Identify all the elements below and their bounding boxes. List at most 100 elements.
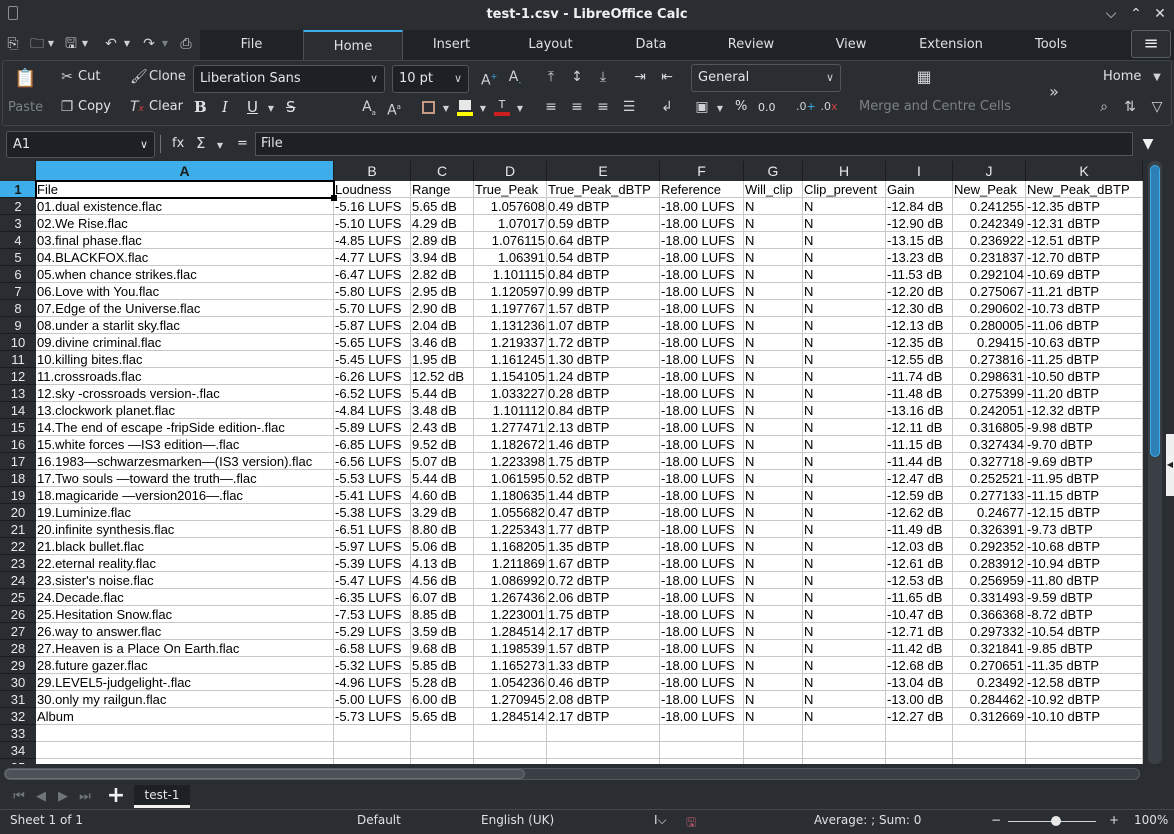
- wrap-text-icon[interactable]: ↲: [659, 98, 675, 116]
- cell-H2[interactable]: N: [803, 198, 886, 215]
- spreadsheet-grid[interactable]: ABCDEFGHIJK 1 File Loudness Range True_Peak T…: [0, 161, 1143, 764]
- cell-G32[interactable]: N: [744, 708, 803, 725]
- cell-K13[interactable]: -11.20 dBTP: [1026, 385, 1143, 402]
- redo-dropdown-icon[interactable]: ▼: [160, 34, 170, 54]
- cell-E15[interactable]: 2.13 dBTP: [547, 419, 660, 436]
- tab-review[interactable]: Review: [701, 30, 801, 60]
- cell-H33[interactable]: [803, 725, 886, 742]
- cell-J34[interactable]: [953, 742, 1026, 759]
- cell-H29[interactable]: N: [803, 657, 886, 674]
- cell-G13[interactable]: N: [744, 385, 803, 402]
- cell-J9[interactable]: 0.280005: [953, 317, 1026, 334]
- cell-J8[interactable]: 0.290602: [953, 300, 1026, 317]
- cell-I21[interactable]: -11.49 dB: [886, 521, 953, 538]
- cell-I23[interactable]: -12.61 dB: [886, 555, 953, 572]
- cell-F14[interactable]: -18.00 LUFS: [660, 402, 744, 419]
- cell-K14[interactable]: -12.32 dBTP: [1026, 402, 1143, 419]
- cell-G8[interactable]: N: [744, 300, 803, 317]
- cell-C16[interactable]: 9.52 dB: [411, 436, 474, 453]
- cell-B16[interactable]: -6.85 LUFS: [334, 436, 411, 453]
- cell-J33[interactable]: [953, 725, 1026, 742]
- cell-F27[interactable]: -18.00 LUFS: [660, 623, 744, 640]
- tab-tools[interactable]: Tools: [1001, 30, 1101, 60]
- cell-H3[interactable]: N: [803, 215, 886, 232]
- row-header-10[interactable]: 10: [0, 334, 36, 351]
- cell-J18[interactable]: 0.252521: [953, 470, 1026, 487]
- cell-D8[interactable]: 1.197767: [474, 300, 547, 317]
- cell-G18[interactable]: N: [744, 470, 803, 487]
- cell-B32[interactable]: -5.73 LUFS: [334, 708, 411, 725]
- row-header-20[interactable]: 20: [0, 504, 36, 521]
- open-dropdown-icon[interactable]: ▼: [46, 34, 56, 54]
- row-header-32[interactable]: 32: [0, 708, 36, 725]
- cell-J31[interactable]: 0.284462: [953, 691, 1026, 708]
- cell-K29[interactable]: -11.35 dBTP: [1026, 657, 1143, 674]
- save-icon[interactable]: 🖫: [62, 34, 80, 54]
- cell-E28[interactable]: 1.57 dBTP: [547, 640, 660, 657]
- cell-E1[interactable]: True_Peak_dBTP: [547, 181, 660, 198]
- maximize-icon[interactable]: ⌃: [1126, 4, 1146, 24]
- copy-button[interactable]: Copy: [78, 98, 111, 116]
- cell-B15[interactable]: -5.89 LUFS: [334, 419, 411, 436]
- cell-I24[interactable]: -12.53 dB: [886, 572, 953, 589]
- context-home-dropdown[interactable]: Home: [1103, 68, 1141, 86]
- cell-H19[interactable]: N: [803, 487, 886, 504]
- cell-B17[interactable]: -6.56 LUFS: [334, 453, 411, 470]
- row-header-33[interactable]: 33: [0, 725, 36, 742]
- cell-J32[interactable]: 0.312669: [953, 708, 1026, 725]
- cell-B2[interactable]: -5.16 LUFS: [334, 198, 411, 215]
- cell-H16[interactable]: N: [803, 436, 886, 453]
- cell-F3[interactable]: -18.00 LUFS: [660, 215, 744, 232]
- cell-H34[interactable]: [803, 742, 886, 759]
- cell-E4[interactable]: 0.64 dBTP: [547, 232, 660, 249]
- cell-D19[interactable]: 1.180635: [474, 487, 547, 504]
- horizontal-scrollbar-thumb[interactable]: [5, 769, 525, 779]
- cell-B33[interactable]: [334, 725, 411, 742]
- hamburger-menu-button[interactable]: ≡: [1131, 30, 1171, 58]
- row-header-34[interactable]: 34: [0, 742, 36, 759]
- tab-file[interactable]: File: [200, 30, 303, 60]
- cell-C5[interactable]: 3.94 dB: [411, 249, 474, 266]
- cell-J29[interactable]: 0.270651: [953, 657, 1026, 674]
- cell-J1[interactable]: New_Peak: [953, 181, 1026, 198]
- cell-I3[interactable]: -12.90 dB: [886, 215, 953, 232]
- cell-J3[interactable]: 0.242349: [953, 215, 1026, 232]
- cell-B18[interactable]: -5.53 LUFS: [334, 470, 411, 487]
- cell-K7[interactable]: -11.21 dBTP: [1026, 283, 1143, 300]
- cell-I27[interactable]: -12.71 dB: [886, 623, 953, 640]
- cell-H21[interactable]: N: [803, 521, 886, 538]
- cell-H26[interactable]: N: [803, 606, 886, 623]
- cell-B3[interactable]: -5.10 LUFS: [334, 215, 411, 232]
- cell-E27[interactable]: 2.17 dBTP: [547, 623, 660, 640]
- cell-B35[interactable]: [334, 759, 411, 764]
- language[interactable]: English (UK): [481, 813, 554, 827]
- cell-D14[interactable]: 1.101112: [474, 402, 547, 419]
- cell-F28[interactable]: -18.00 LUFS: [660, 640, 744, 657]
- cell-B21[interactable]: -6.51 LUFS: [334, 521, 411, 538]
- row-header-29[interactable]: 29: [0, 657, 36, 674]
- cell-G20[interactable]: N: [744, 504, 803, 521]
- cell-A15[interactable]: 14.The end of escape -fripSide edition-.…: [36, 419, 334, 436]
- cell-F32[interactable]: -18.00 LUFS: [660, 708, 744, 725]
- cell-D1[interactable]: True_Peak: [474, 181, 547, 198]
- column-header-D[interactable]: D: [474, 161, 547, 181]
- cell-C24[interactable]: 4.56 dB: [411, 572, 474, 589]
- italic-button[interactable]: I: [222, 98, 228, 116]
- cell-A17[interactable]: 16.1983—schwarzesmarken—(IS3 version).fl…: [36, 453, 334, 470]
- column-header-F[interactable]: F: [660, 161, 744, 181]
- row-header-8[interactable]: 8: [0, 300, 36, 317]
- cell-I2[interactable]: -12.84 dB: [886, 198, 953, 215]
- cell-F11[interactable]: -18.00 LUFS: [660, 351, 744, 368]
- merge-cells-icon[interactable]: ▦: [914, 68, 934, 86]
- cell-I17[interactable]: -11.44 dB: [886, 453, 953, 470]
- autofilter-icon[interactable]: ▽: [1149, 98, 1165, 116]
- cell-E33[interactable]: [547, 725, 660, 742]
- cell-F2[interactable]: -18.00 LUFS: [660, 198, 744, 215]
- expand-formula-icon[interactable]: ▼: [1139, 137, 1157, 151]
- cell-B20[interactable]: -5.38 LUFS: [334, 504, 411, 521]
- row-header-16[interactable]: 16: [0, 436, 36, 453]
- undo-icon[interactable]: ↶: [102, 34, 120, 54]
- cell-F15[interactable]: -18.00 LUFS: [660, 419, 744, 436]
- cell-G11[interactable]: N: [744, 351, 803, 368]
- cell-C21[interactable]: 8.80 dB: [411, 521, 474, 538]
